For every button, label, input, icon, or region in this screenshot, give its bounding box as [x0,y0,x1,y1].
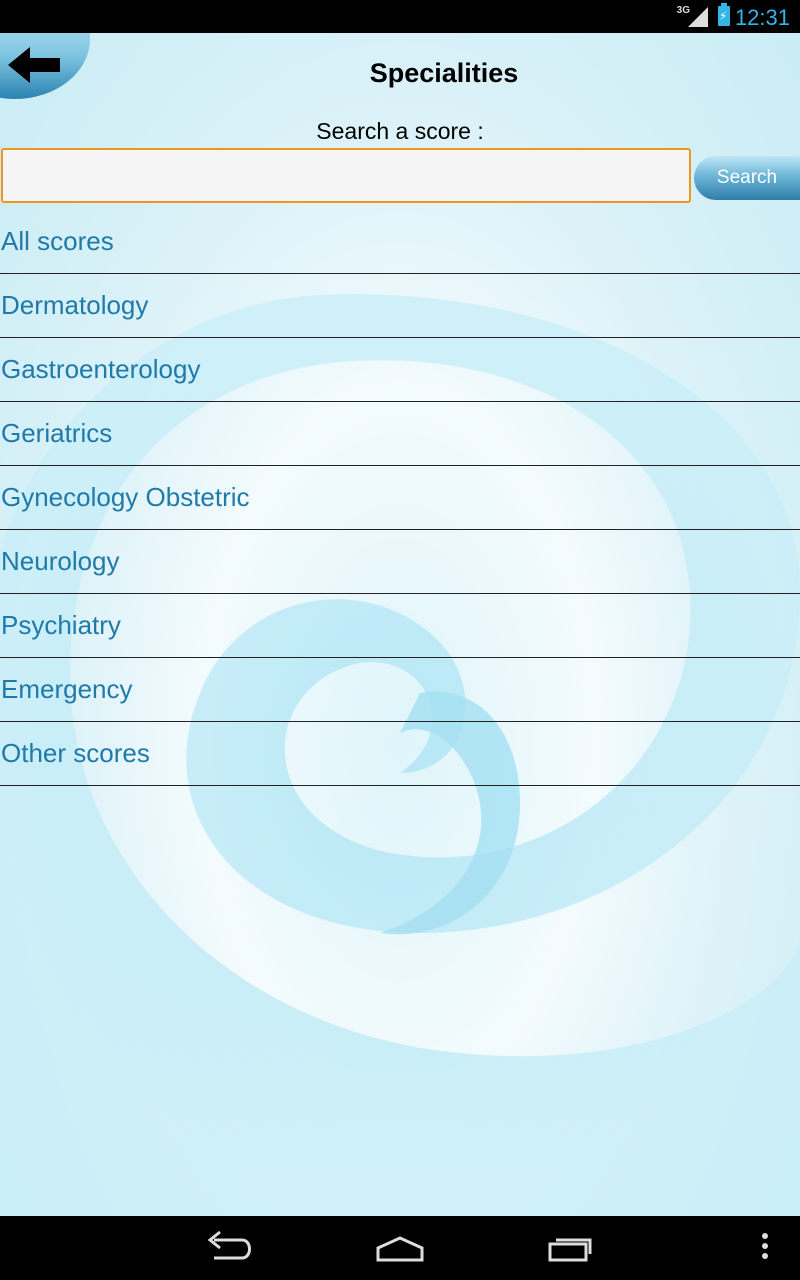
search-input[interactable] [1,148,691,203]
specialty-list: All scores Dermatology Gastroenterology … [0,210,800,786]
list-item-gynecology-obstetric[interactable]: Gynecology Obstetric [0,466,800,530]
overflow-menu-icon[interactable] [735,1228,795,1268]
list-item-label: Other scores [1,738,150,768]
list-item-label: Gynecology Obstetric [1,482,250,512]
list-item-label: All scores [1,226,114,256]
list-item-label: Dermatology [1,290,149,320]
list-item-other-scores[interactable]: Other scores [0,722,800,786]
home-icon[interactable] [370,1228,430,1268]
page-title: Specialities [369,58,519,88]
search-button[interactable]: Search [694,156,800,200]
list-item-psychiatry[interactable]: Psychiatry [0,594,800,658]
list-item-label: Emergency [1,674,133,704]
app-content: Specialities Search a score : Search All… [0,33,800,1216]
battery-charging-icon [718,3,730,26]
list-item-gastroenterology[interactable]: Gastroenterology [0,338,800,402]
signal-icon [688,7,708,27]
list-item-label: Psychiatry [1,610,121,640]
list-item-label: Geriatrics [1,418,113,448]
list-item-neurology[interactable]: Neurology [0,530,800,594]
screen: 3G 12:31 Specialities Search a score : S… [0,0,800,1280]
navigation-bar [0,1216,800,1280]
search-label: Search a score : [316,118,484,144]
back-nav-icon[interactable] [200,1228,260,1268]
list-item-label: Neurology [1,546,120,576]
list-item-label: Gastroenterology [1,354,201,384]
list-item-all-scores[interactable]: All scores [0,210,800,274]
list-item-geriatrics[interactable]: Geriatrics [0,402,800,466]
recent-apps-icon[interactable] [540,1228,600,1268]
list-item-emergency[interactable]: Emergency [0,658,800,722]
list-item-dermatology[interactable]: Dermatology [0,274,800,338]
status-bar: 3G 12:31 [0,0,800,33]
status-clock: 12:31 [734,5,790,30]
